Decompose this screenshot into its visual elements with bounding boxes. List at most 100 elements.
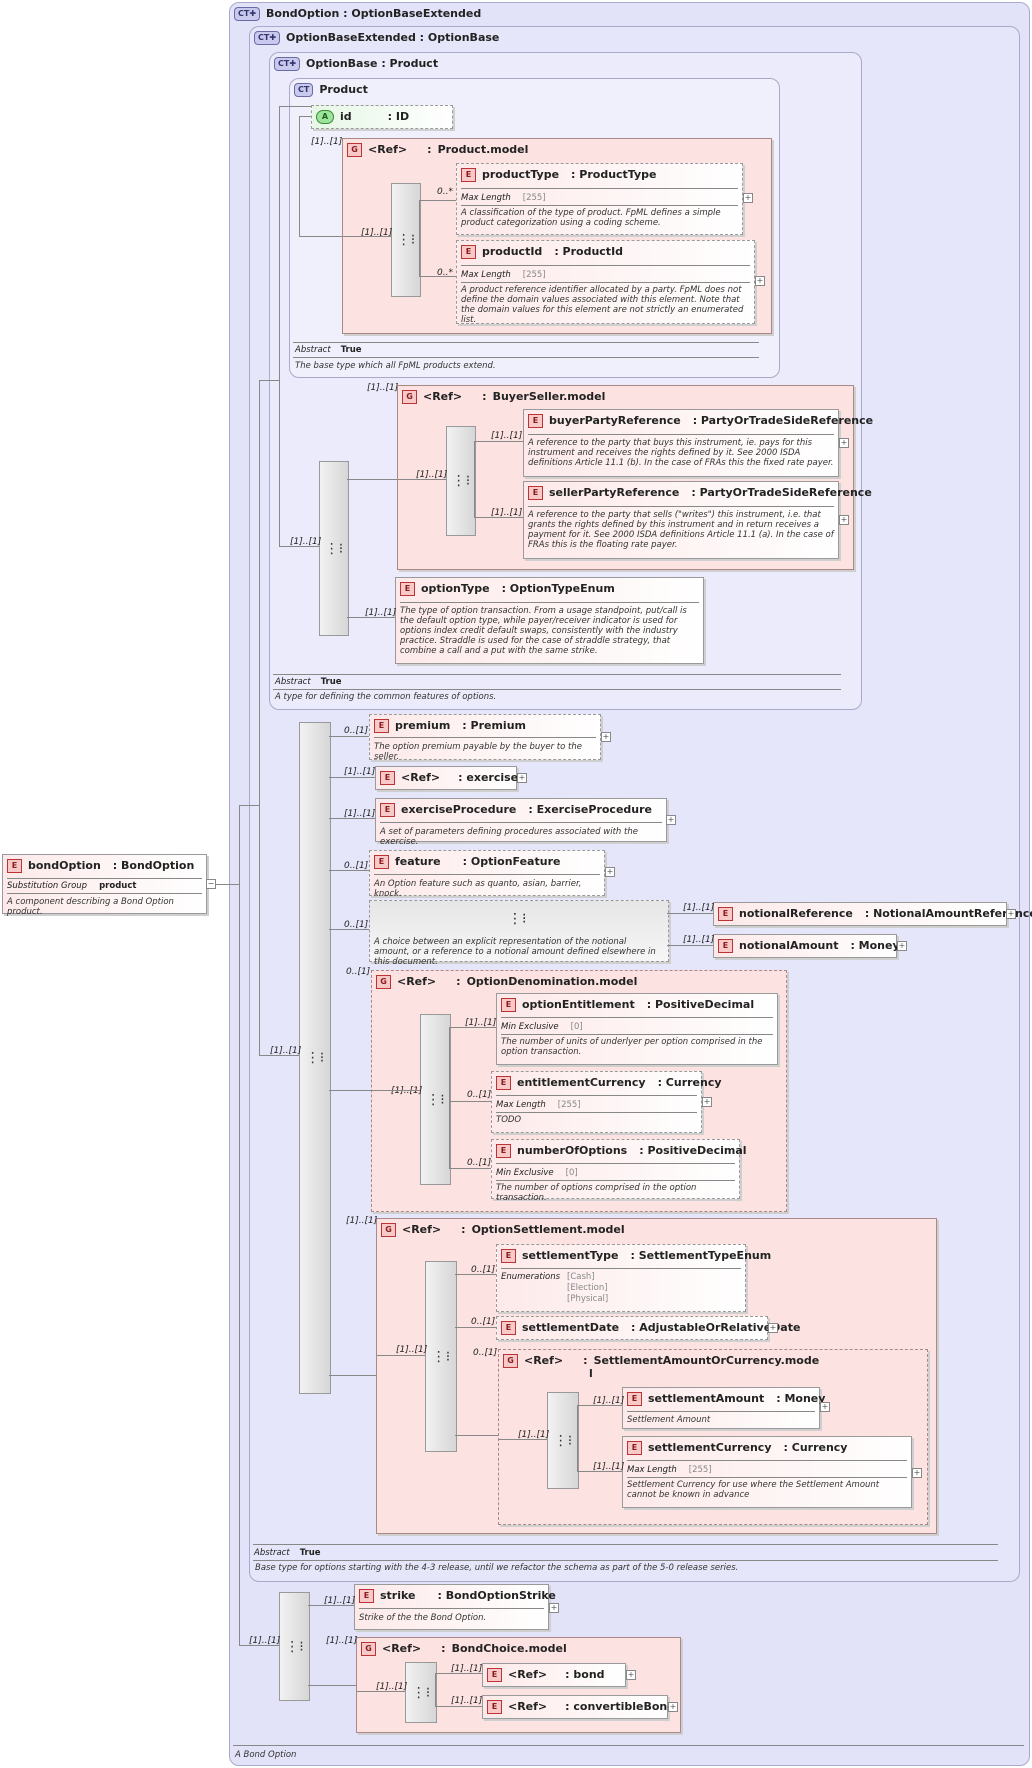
expand-icon[interactable]: + <box>839 438 849 448</box>
element-icon: E <box>461 245 476 259</box>
divider <box>359 1608 544 1609</box>
expand-icon[interactable]: + <box>768 1323 778 1333</box>
expand-icon[interactable]: + <box>702 1097 712 1107</box>
element-entitlementcurrency[interactable]: EentitlementCurrency: Currency Max Lengt… <box>491 1071 722 1133</box>
attribute-id[interactable]: Aid: ID <box>311 105 453 129</box>
group-icon: G <box>503 1354 518 1368</box>
sequence-icon: ⋮⁝ <box>426 1091 445 1108</box>
expand-icon[interactable]: + <box>666 815 676 825</box>
expand-icon[interactable]: + <box>912 1468 922 1478</box>
expand-icon[interactable]: + <box>517 773 527 783</box>
sequence-icon: ⋮⁝ <box>451 473 471 489</box>
element-sellerpartyreference[interactable]: EsellerPartyReference: PartyOrTradeSideR… <box>523 481 872 559</box>
element-optiontype[interactable]: EoptionType: OptionTypeEnum The type of … <box>395 577 704 664</box>
group-icon: G <box>402 390 417 404</box>
element-icon: E <box>380 803 395 817</box>
divider <box>496 1095 697 1096</box>
cardinality-label: 0..[1] <box>346 967 371 977</box>
group-icon: G <box>361 1642 376 1656</box>
element-notionalamount[interactable]: EnotionalAmount: Money <box>713 934 900 958</box>
facet-label: Max Length [255] <box>461 270 546 280</box>
divider <box>293 357 759 358</box>
expand-icon[interactable]: + <box>755 276 765 286</box>
element-optionentitlement[interactable]: EoptionEntitlement: PositiveDecimal Min … <box>496 993 778 1065</box>
sequence-compositor[interactable]: ⋮⁝ <box>425 1261 457 1452</box>
cardinality-label: 0..[1] <box>471 1317 496 1327</box>
divider <box>461 205 738 206</box>
expand-icon[interactable]: + <box>605 867 615 877</box>
element-icon: E <box>501 998 516 1012</box>
element-icon: E <box>487 1668 502 1682</box>
cardinality-label: [1]..[1] <box>396 1345 428 1355</box>
abstract-flag: Abstract True <box>275 677 342 687</box>
element-exercise-ref[interactable]: E <Ref>: exercise <box>375 766 518 790</box>
element-bondoption[interactable]: EbondOption: BondOption Substitution Gro… <box>2 854 207 917</box>
element-settlementtype[interactable]: EsettlementType: SettlementTypeEnum Enum… <box>496 1244 771 1312</box>
element-settlementdate[interactable]: EsettlementDate: AdjustableOrRelativeDat… <box>496 1316 800 1340</box>
complex-type-icon: CT✚ <box>254 31 281 45</box>
element-exerciseprocedure[interactable]: EexerciseProcedure: ExerciseProcedure A … <box>375 798 667 847</box>
obe-desc: Base type for options starting with the … <box>255 1563 739 1573</box>
element-buyerpartyreference[interactable]: EbuyerPartyReference: PartyOrTradeSideRe… <box>523 409 873 477</box>
cardinality-label: [1]..[1] <box>391 1086 423 1096</box>
sequence-icon: ⋮⁝ <box>431 1348 451 1365</box>
complex-type-icon: CT✚ <box>274 57 301 71</box>
element-convertiblebond-ref[interactable]: E <Ref>: convertibleBond <box>482 1695 675 1719</box>
sequence-icon: ⋮⁝ <box>396 232 416 248</box>
choice-icon: ⋮⁝ <box>411 1684 431 1701</box>
element-notionalreference[interactable]: EnotionalReference: NotionalAmountRefere… <box>713 902 1032 926</box>
expand-icon[interactable]: + <box>743 193 753 203</box>
expand-icon[interactable]: + <box>549 1603 559 1613</box>
divider <box>7 893 202 894</box>
sequence-compositor[interactable]: ⋮⁝ <box>299 722 331 1394</box>
expand-icon[interactable]: + <box>601 732 611 742</box>
attribute-icon: A <box>316 110 334 124</box>
divider <box>233 1745 1024 1746</box>
expand-icon[interactable]: + <box>668 1702 678 1712</box>
sequence-compositor[interactable]: ⋮⁝ <box>420 1014 451 1185</box>
element-bond-ref[interactable]: E <Ref>: bond <box>482 1663 626 1687</box>
complex-type-icon: CT✚ <box>234 7 261 21</box>
divider <box>374 737 596 738</box>
cardinality-label: 0..[1] <box>467 1158 492 1168</box>
element-icon: E <box>627 1441 642 1455</box>
element-premium[interactable]: Epremium: Premium The option premium pay… <box>369 714 601 762</box>
element-icon: E <box>7 859 22 873</box>
element-icon: E <box>718 907 733 921</box>
expand-icon[interactable]: + <box>820 1402 830 1412</box>
element-producttype[interactable]: EproductType: ProductType Max Length [255… <box>456 163 743 235</box>
divider <box>293 342 759 343</box>
element-settlementamount[interactable]: EsettlementAmount: Money Settlement Amou… <box>622 1387 825 1429</box>
element-productid[interactable]: EproductId: ProductId Max Length [255] A … <box>456 240 755 325</box>
element-numberofoptions[interactable]: EnumberOfOptions: PositiveDecimal Min Ex… <box>491 1139 747 1203</box>
abstract-flag: Abstract True <box>295 345 362 355</box>
expand-icon[interactable]: + <box>897 941 907 951</box>
element-feature[interactable]: Efeature: OptionFeature An Option featur… <box>369 850 605 899</box>
element-strike[interactable]: Estrike: BondOptionStrike Strike of the … <box>354 1584 556 1630</box>
sequence-compositor[interactable]: ⋮⁝ <box>547 1392 579 1489</box>
cardinality-label: [1]..[1] <box>683 935 715 945</box>
sequence-compositor[interactable]: ⋮⁝ <box>279 1592 310 1701</box>
choice-compositor[interactable]: ⋮⁝ <box>405 1662 437 1723</box>
abstract-flag: Abstract True <box>254 1548 321 1558</box>
choice-notional[interactable]: ⋮⁝ A choice between an explicit represen… <box>369 900 669 967</box>
divider <box>374 874 600 875</box>
sequence-icon: ⋮⁝ <box>305 1050 325 1066</box>
divider <box>273 689 841 690</box>
divider <box>496 1112 697 1113</box>
element-settlementcurrency[interactable]: EsettlementCurrency: Currency Max Length… <box>622 1436 912 1508</box>
expand-icon[interactable]: + <box>839 515 849 525</box>
divider <box>501 1268 741 1269</box>
divider <box>380 822 662 823</box>
sequence-compositor[interactable]: ⋮⁝ <box>319 461 349 636</box>
element-icon: E <box>718 939 733 953</box>
expand-icon[interactable]: + <box>1006 909 1016 919</box>
choice-icon: ⋮⁝ <box>508 911 527 927</box>
divider <box>627 1460 907 1461</box>
expand-icon[interactable]: + <box>626 1670 636 1680</box>
divider <box>461 188 738 189</box>
cardinality-label: 0..* <box>437 187 453 197</box>
sequence-compositor[interactable]: ⋮⁝ <box>391 183 421 297</box>
divider <box>496 1180 735 1181</box>
sequence-compositor[interactable]: ⋮⁝ <box>446 426 476 536</box>
